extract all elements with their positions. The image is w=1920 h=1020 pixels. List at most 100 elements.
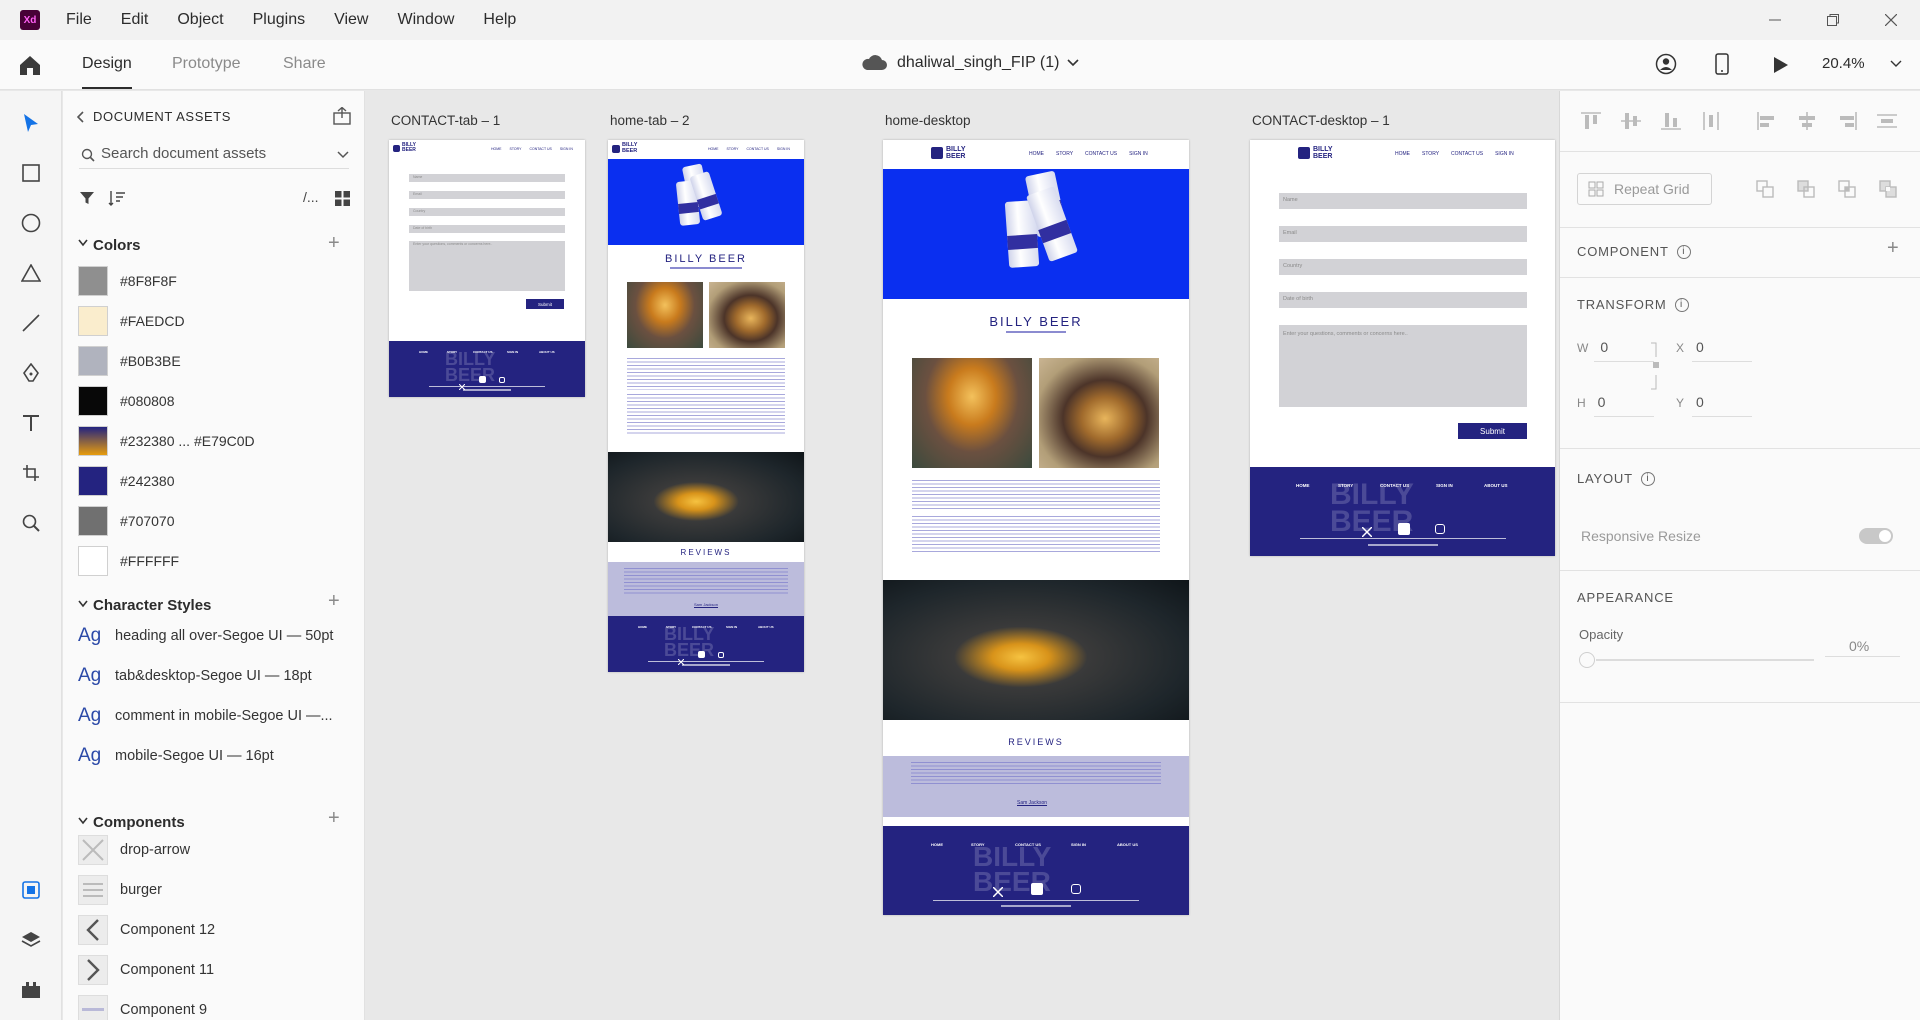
x-social-icon[interactable] bbox=[992, 884, 1004, 898]
artboard-tool[interactable] bbox=[19, 461, 43, 485]
color-swatch-row[interactable]: #B0B3BE bbox=[78, 345, 181, 377]
y-field[interactable]: Y0 bbox=[1676, 394, 1704, 410]
nav-link[interactable]: STORY bbox=[510, 147, 522, 151]
reviewer-name[interactable]: Sam Jackson bbox=[1017, 800, 1047, 806]
nav-link[interactable]: SIGN IN bbox=[1495, 151, 1514, 157]
info-icon[interactable]: i bbox=[1640, 471, 1655, 486]
footer-link[interactable]: HOME bbox=[638, 625, 647, 629]
color-swatch-row[interactable]: #707070 bbox=[78, 505, 175, 537]
artboard-label[interactable]: CONTACT-desktop – 1 bbox=[1252, 113, 1390, 128]
message-field[interactable]: Enter your questions, comments or concer… bbox=[409, 241, 565, 291]
footer-link[interactable]: ABOUT US bbox=[1484, 483, 1508, 488]
polygon-tool[interactable] bbox=[19, 261, 43, 285]
footer-link[interactable]: STORY bbox=[666, 625, 676, 629]
nav-link[interactable]: HOME bbox=[708, 147, 719, 151]
design-canvas[interactable]: CONTACT-tab – 1 BILLY BEER HOME STORY CONTA… bbox=[366, 91, 1559, 1020]
color-swatch-row[interactable]: #FFFFFF bbox=[78, 545, 179, 577]
dob-field[interactable]: Date of birth bbox=[409, 225, 565, 233]
boolean-add-icon[interactable] bbox=[1756, 180, 1774, 198]
footer-link[interactable]: STORY bbox=[447, 350, 457, 354]
pen-tool[interactable] bbox=[19, 361, 43, 385]
select-tool[interactable] bbox=[19, 111, 43, 135]
footer-link[interactable]: CONTACT US bbox=[692, 625, 711, 629]
footer-link[interactable]: STORY bbox=[971, 842, 985, 847]
footer-link[interactable]: HOME bbox=[1296, 483, 1310, 488]
footer-link[interactable]: CONTACT US bbox=[1380, 483, 1409, 488]
distribute-horizontal-icon[interactable] bbox=[1876, 111, 1898, 131]
message-field[interactable]: Enter your questions, comments or concer… bbox=[1279, 325, 1527, 407]
chevron-down-icon[interactable] bbox=[1890, 60, 1902, 68]
rectangle-tool[interactable] bbox=[19, 161, 43, 185]
dob-field[interactable]: Date of birth bbox=[1279, 292, 1527, 308]
add-component-button[interactable]: + bbox=[328, 808, 340, 828]
x-social-icon[interactable] bbox=[677, 652, 685, 666]
color-swatch-row[interactable]: #080808 bbox=[78, 385, 175, 417]
menu-window[interactable]: Window bbox=[397, 11, 454, 29]
footer-link[interactable]: CONTACT US bbox=[473, 350, 492, 354]
text-tool[interactable] bbox=[19, 411, 43, 435]
menu-edit[interactable]: Edit bbox=[121, 11, 149, 29]
component-item[interactable]: drop-arrow bbox=[78, 835, 190, 865]
nav-link[interactable]: SIGN IN bbox=[560, 147, 573, 151]
layers-panel-toggle[interactable] bbox=[19, 928, 43, 952]
align-top-icon[interactable] bbox=[1580, 111, 1602, 131]
footer-link[interactable]: ABOUT US bbox=[758, 625, 774, 629]
boolean-intersect-icon[interactable] bbox=[1838, 180, 1856, 198]
assets-panel-toggle[interactable] bbox=[19, 878, 43, 902]
chevron-down-icon[interactable] bbox=[337, 151, 349, 159]
restore-button[interactable] bbox=[1804, 0, 1862, 40]
footer-link[interactable]: STORY bbox=[1338, 483, 1353, 488]
color-swatch-row[interactable]: #232380 ... #E79C0D bbox=[78, 425, 255, 457]
user-icon[interactable] bbox=[1655, 53, 1677, 75]
footer-link[interactable]: CONTACT US bbox=[1015, 842, 1041, 847]
tab-design[interactable]: Design bbox=[82, 55, 132, 73]
line-tool[interactable] bbox=[19, 311, 43, 335]
instagram-icon[interactable] bbox=[1435, 524, 1445, 534]
tab-share[interactable]: Share bbox=[283, 55, 326, 73]
instagram-icon[interactable] bbox=[499, 377, 505, 383]
align-right-icon[interactable] bbox=[1836, 111, 1858, 131]
x-social-icon[interactable] bbox=[1361, 524, 1373, 538]
country-field[interactable]: Country bbox=[1279, 259, 1527, 275]
artboard-label[interactable]: home-tab – 2 bbox=[610, 113, 690, 128]
color-swatch-row[interactable]: #FAEDCD bbox=[78, 305, 185, 337]
name-field[interactable]: Name bbox=[409, 174, 565, 182]
color-swatch-row[interactable]: #8F8F8F bbox=[78, 265, 177, 297]
nav-link[interactable]: CONTACT US bbox=[746, 147, 768, 151]
responsive-resize-toggle[interactable] bbox=[1859, 528, 1893, 544]
artboard-home-tab[interactable]: BILLY BEER HOME STORY CONTACT US SIGN IN BIL… bbox=[608, 140, 804, 672]
boolean-exclude-icon[interactable] bbox=[1879, 180, 1897, 198]
facebook-icon[interactable] bbox=[1398, 523, 1410, 535]
component-item[interactable]: Component 11 bbox=[78, 955, 214, 985]
height-field[interactable]: H0 bbox=[1577, 394, 1605, 410]
name-field[interactable]: Name bbox=[1279, 193, 1527, 209]
submit-button[interactable]: Submit bbox=[1458, 423, 1527, 439]
artboard-label[interactable]: home-desktop bbox=[885, 113, 971, 128]
nav-link[interactable]: CONTACT US bbox=[529, 147, 551, 151]
opacity-value[interactable]: 0% bbox=[1849, 638, 1869, 654]
nav-link[interactable]: CONTACT US bbox=[1085, 151, 1117, 157]
zoom-tool[interactable] bbox=[19, 511, 43, 535]
opacity-slider-track[interactable] bbox=[1596, 659, 1814, 661]
add-color-button[interactable]: + bbox=[328, 233, 340, 253]
nav-link[interactable]: STORY bbox=[1422, 151, 1439, 157]
repeat-grid-button[interactable]: Repeat Grid bbox=[1577, 173, 1712, 205]
home-icon[interactable] bbox=[18, 54, 42, 76]
chevron-down-icon[interactable] bbox=[78, 600, 88, 608]
nav-link[interactable]: HOME bbox=[491, 147, 502, 151]
menu-view[interactable]: View bbox=[334, 11, 368, 29]
ellipse-tool[interactable] bbox=[19, 211, 43, 235]
color-swatch-row[interactable]: #242380 bbox=[78, 465, 175, 497]
character-style-item[interactable]: Ag tab&desktop-Segoe UI — 18pt bbox=[78, 665, 312, 687]
tab-prototype[interactable]: Prototype bbox=[172, 55, 240, 73]
align-middle-icon[interactable] bbox=[1620, 111, 1642, 131]
instagram-icon[interactable] bbox=[718, 652, 724, 658]
list-view-toggle[interactable]: /... bbox=[303, 189, 319, 205]
document-title[interactable]: dhaliwal_singh_FIP (1) bbox=[861, 54, 1080, 72]
footer-link[interactable]: SIGN IN bbox=[1436, 483, 1453, 488]
x-field[interactable]: X0 bbox=[1676, 339, 1704, 355]
character-style-item[interactable]: Ag heading all over-Segoe UI — 50pt bbox=[78, 625, 333, 647]
filter-icon[interactable] bbox=[79, 190, 95, 206]
footer-link[interactable]: HOME bbox=[419, 350, 428, 354]
country-field[interactable]: Country bbox=[409, 208, 565, 216]
